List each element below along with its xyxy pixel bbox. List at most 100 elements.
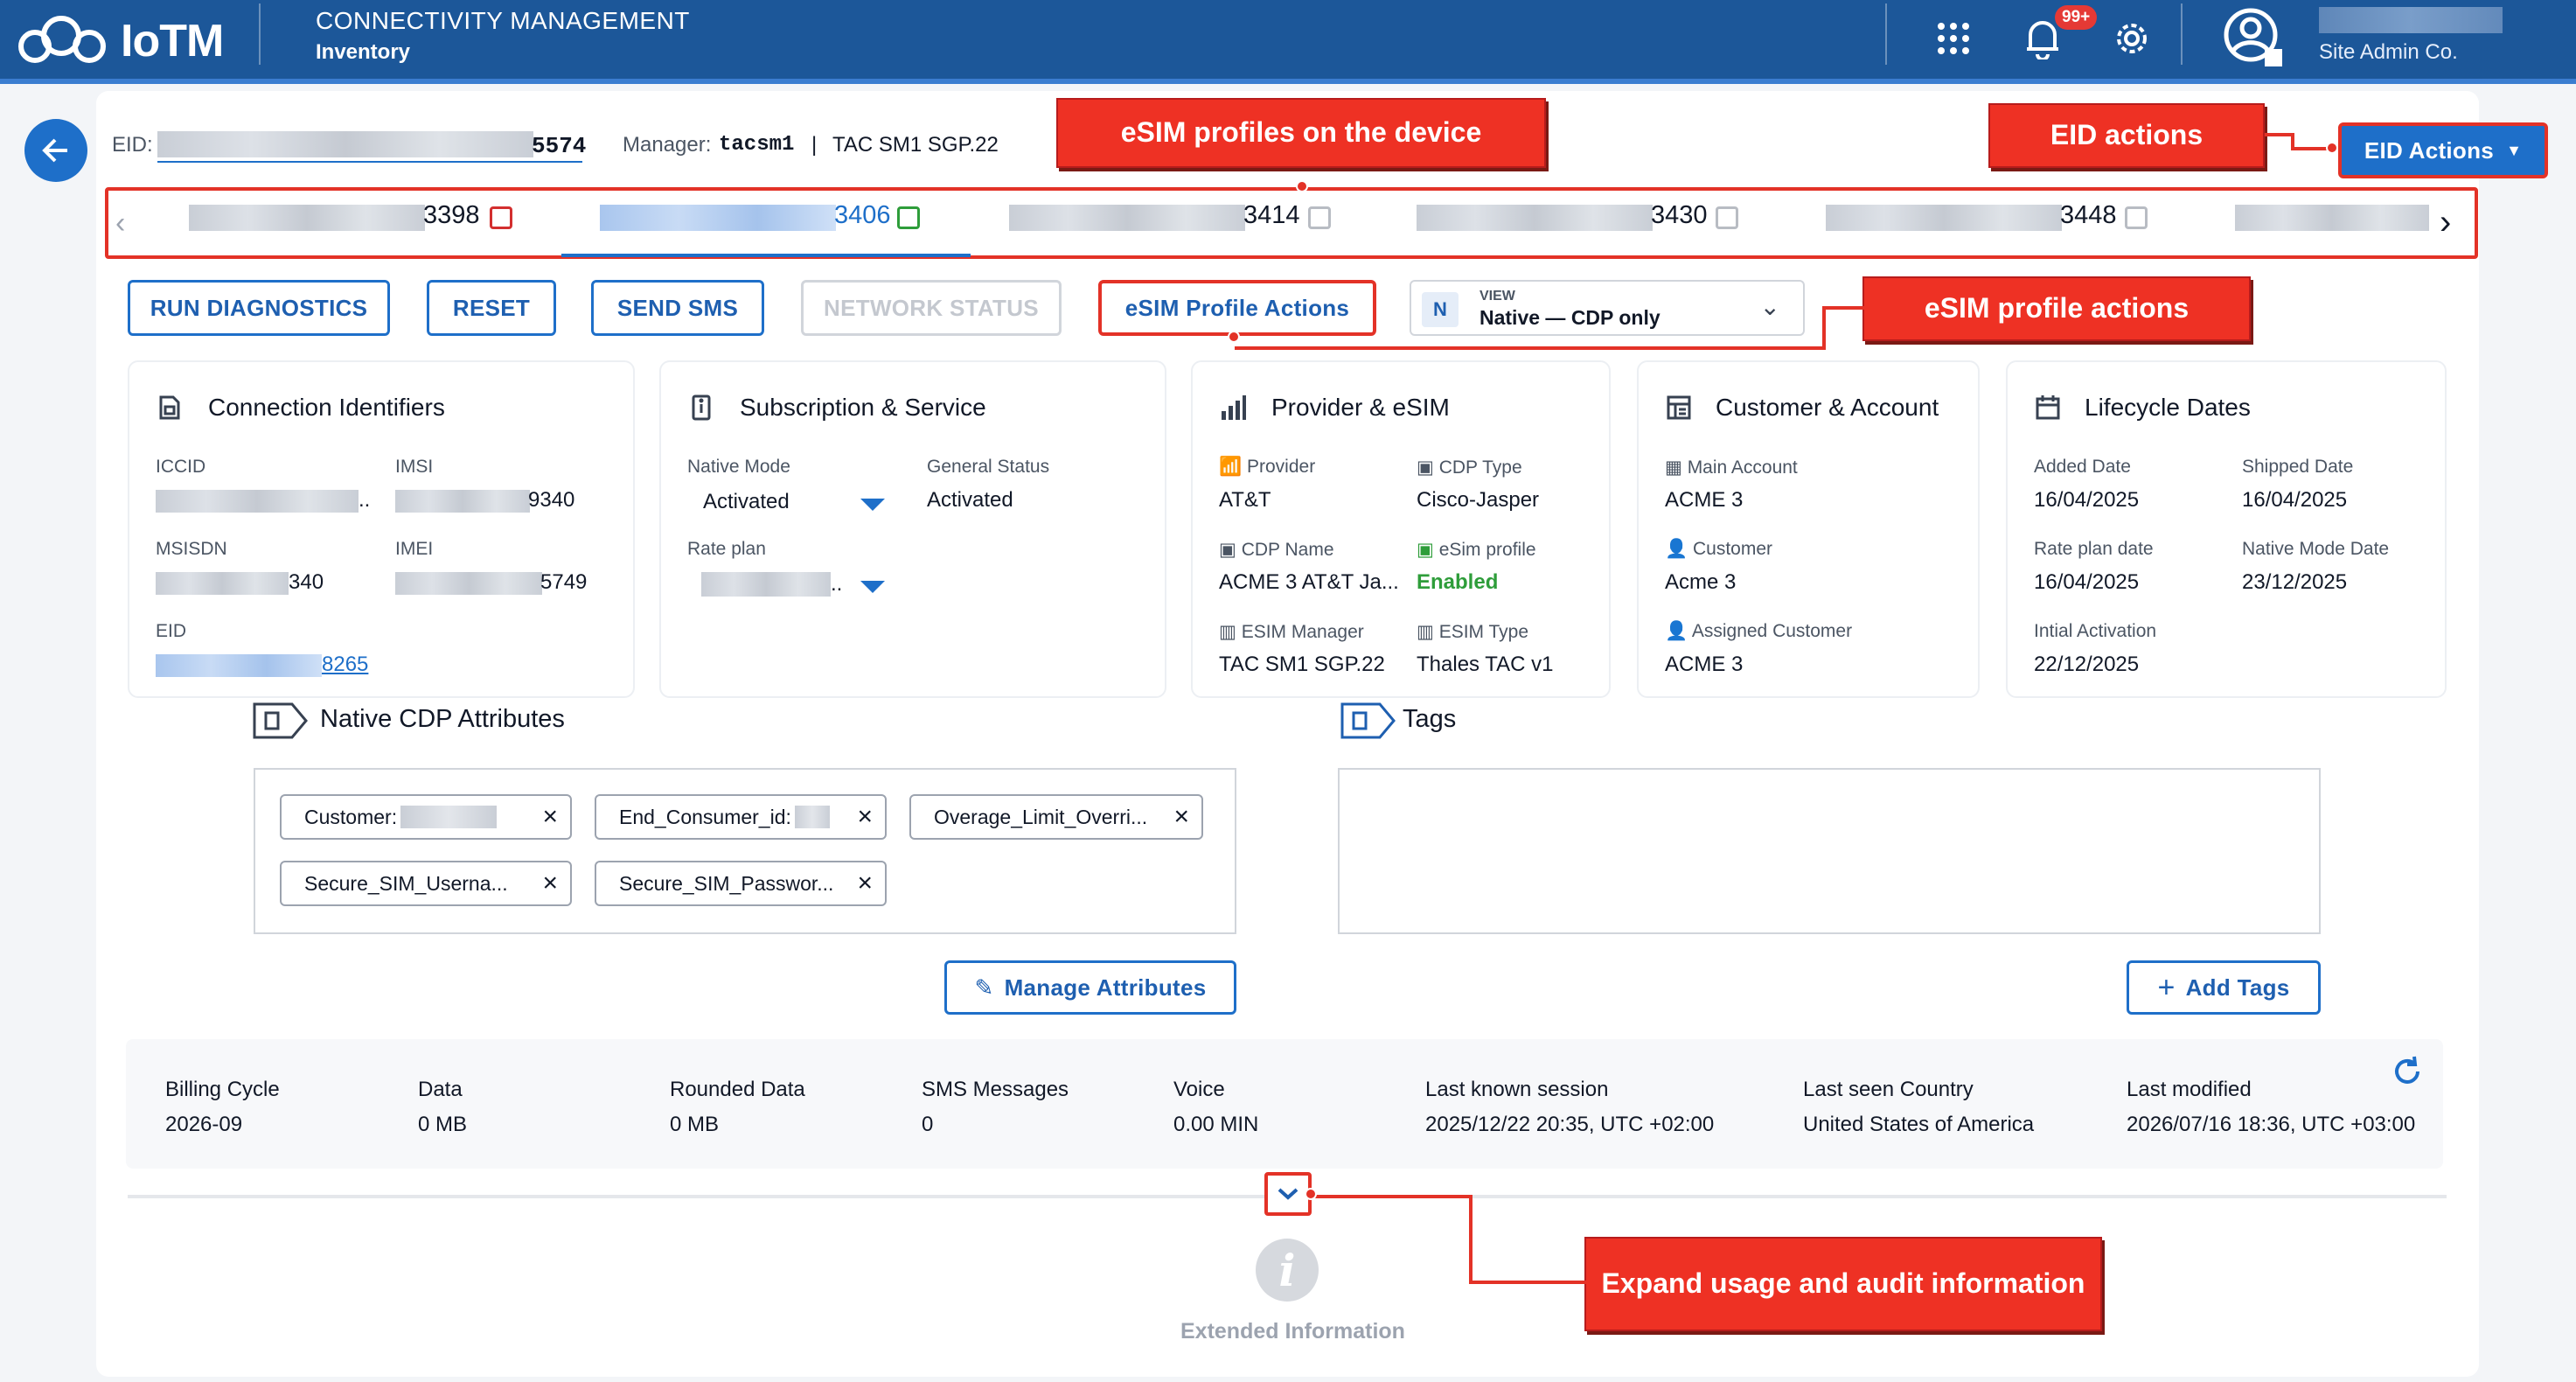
run-diagnostics-button[interactable]: RUN DIAGNOSTICS [128,280,390,336]
native-mode-date-label: Native Mode Date [2242,539,2390,559]
imsi-redacted [395,490,530,513]
refresh-icon[interactable] [2391,1055,2424,1088]
app-logo[interactable]: IoTM [16,10,224,72]
added-date-value: 16/04/2025 [2034,488,2140,512]
esim-type-value: Thales TAC v1 [1417,653,1554,676]
dropdown-arrow-icon [860,499,885,511]
chip-green-icon: ▣ [1417,540,1434,560]
close-icon[interactable]: × [1173,804,1189,830]
view-label: VIEW [1479,289,1515,304]
sim-icon: ▥ [1219,622,1236,642]
apps-grid-icon[interactable] [1927,12,1980,65]
tags-title: Tags [1403,705,1457,733]
esim-type-label: ▥ ESIM Type [1417,622,1529,642]
sim-icon: ▥ [1417,622,1434,642]
callout-eid-actions: EID actions [1988,103,2265,168]
eid-actions-button[interactable]: EID Actions ▼ [2338,122,2548,178]
send-sms-button[interactable]: SEND SMS [591,280,764,336]
card-title: Provider & eSIM [1271,394,1450,421]
manager-separator: | [811,133,818,157]
callout-line [1822,306,1826,350]
close-icon[interactable]: × [542,870,558,897]
user-avatar-icon[interactable] [2221,5,2287,72]
back-button[interactable] [24,119,87,182]
usage-summary: Billing Cycle 2026-09 Data 0 MB Rounded … [126,1039,2443,1169]
eid-label: EID: [112,133,153,157]
attribute-chip[interactable]: Overage_Limit_Overri... × [909,794,1203,840]
cdp-attributes-title: Native CDP Attributes [320,705,565,733]
profile-redacted [1009,205,1245,231]
top-bar: IoTM CONNECTIVITY MANAGEMENT Inventory 9… [0,0,2576,82]
chip-label: Secure_SIM_Passwor... [619,871,834,895]
attribute-chip[interactable]: Customer: × [280,794,572,840]
user-name-redacted [2319,7,2503,33]
eid-field-redacted[interactable] [156,654,322,677]
callout-pointer-dot [1305,1188,1317,1200]
building-icon [1667,395,1691,420]
tabs-prev-chevron-icon[interactable]: ‹ [115,206,125,241]
iccid-label: ICCID [156,457,206,477]
callout-pointer-dot [2326,142,2338,154]
chip-label: End_Consumer_id: [619,805,791,828]
lifecycle-dates-card: Lifecycle Dates Added Date 16/04/2025 Sh… [2006,360,2447,698]
notification-badge: 99+ [2055,5,2098,30]
esim-profile-actions-button[interactable]: eSIM Profile Actions [1098,280,1376,336]
attribute-chip[interactable]: Secure_SIM_Userna... × [280,861,572,906]
sim-icon: ▣ [1219,540,1236,560]
network-status-button[interactable]: NETWORK STATUS [801,280,1062,336]
settings-gear-icon[interactable] [2106,12,2158,65]
close-icon[interactable]: × [857,804,873,830]
profile-redacted-overflow[interactable] [2235,205,2429,231]
header-divider [1885,3,1887,65]
sim-chip-grey-icon [1716,206,1738,229]
iccid-redacted [156,490,359,513]
top-bar-accent [0,79,2576,84]
rate-plan-date-value: 16/04/2025 [2034,570,2140,594]
close-icon[interactable]: × [542,804,558,830]
msisdn-label: MSISDN [156,539,227,559]
device-info-icon [692,394,711,421]
add-tags-label: Add Tags [2185,974,2290,1001]
dropdown-arrow-icon [860,581,885,593]
sim-chip-grey-icon [1308,206,1331,229]
extended-information-label: Extended Information [1180,1319,1405,1344]
manager-value: tacsm1 [719,133,795,157]
arrow-left-icon [42,138,67,163]
last-country-value: United States of America [1803,1113,2035,1136]
native-mode-label: Native Mode [687,457,790,477]
close-icon[interactable]: × [857,870,873,897]
sim-icon: ▣ [1417,457,1434,478]
shipped-date-value: 16/04/2025 [2242,488,2348,512]
tags-box[interactable] [1338,768,2321,934]
voice-label: Voice [1173,1078,1225,1101]
eid-field-link[interactable]: 8265 [322,653,368,677]
imei-redacted [395,572,542,595]
calendar-icon [2036,395,2060,420]
added-date-label: Added Date [2034,457,2131,477]
signal-bars-icon [1222,395,1246,420]
last-modified-label: Last modified [2127,1078,2252,1101]
view-select[interactable]: N VIEW Native — CDP only ⌄ [1410,280,1805,336]
tabs-next-chevron-icon[interactable]: › [2440,203,2451,242]
callout-line [1315,1195,1471,1198]
add-tags-button[interactable]: + Add Tags [2127,960,2321,1015]
active-tab-underline [561,254,971,257]
antenna-icon: 📶 [1219,457,1243,477]
callout-expand-usage: Expand usage and audit information [1584,1237,2102,1331]
manage-attributes-button[interactable]: ✎ Manage Attributes [944,960,1236,1015]
esim-profile-value: Enabled [1417,570,1499,594]
profile-tab-label: 3430 [1651,201,1708,229]
imsi-label: IMSI [395,457,434,477]
esim-manager-label: ▥ ESIM Manager [1219,622,1364,642]
customer-value: Acme 3 [1665,570,1737,594]
attribute-chip[interactable]: Secure_SIM_Passwor... × [595,861,887,906]
attribute-chip[interactable]: End_Consumer_id: × [595,794,887,840]
main-account-value: ACME 3 [1665,488,1744,512]
sim-card-icon [159,395,180,420]
connection-identifiers-card: Connection Identifiers ICCID .. IMSI 934… [128,360,635,698]
caret-down-icon: ▼ [2506,141,2523,159]
reset-button[interactable]: RESET [427,280,556,336]
card-title: Connection Identifiers [208,394,445,421]
profile-tab-label: 3406 [834,201,891,229]
data-value: 0 MB [418,1113,468,1136]
